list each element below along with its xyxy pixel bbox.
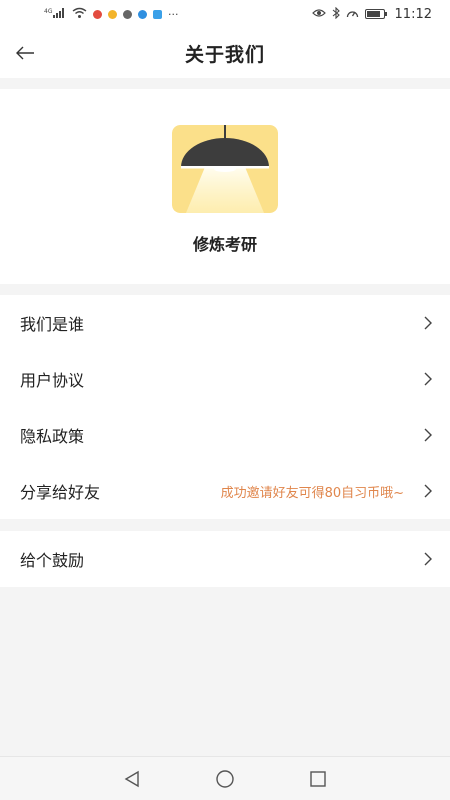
header: 关于我们	[0, 28, 450, 78]
back-button[interactable]	[8, 36, 42, 70]
status-bar: 4G ··· 11:12	[0, 0, 450, 28]
app-notification-icon	[138, 9, 147, 19]
recents-square-icon	[310, 770, 327, 787]
menu-item-privacy-policy[interactable]: 隐私政策	[0, 407, 450, 463]
nav-recents-button[interactable]	[303, 764, 333, 794]
menu-group-encourage: 给个鼓励	[0, 531, 450, 587]
wifi-icon	[72, 7, 87, 21]
nav-back-button[interactable]	[117, 764, 147, 794]
back-triangle-icon	[124, 770, 139, 787]
menu-item-label: 分享给好友	[20, 483, 101, 502]
chevron-right-icon	[424, 428, 432, 442]
system-nav-bar	[0, 756, 450, 800]
share-reward-hint: 成功邀请好友可得80自习币哦~	[220, 485, 404, 501]
menu-item-label: 我们是谁	[20, 315, 85, 334]
signal-icon: 4G	[44, 7, 66, 21]
app-info-section: 修炼考研	[0, 89, 450, 284]
menu-item-label: 给个鼓励	[20, 551, 85, 570]
status-right: 11:12	[311, 6, 432, 22]
lamp-logo-icon	[172, 125, 278, 213]
more-icon: ···	[168, 7, 179, 21]
menu-item-share-to-friends[interactable]: 分享给好友 成功邀请好友可得80自习币哦~	[0, 463, 450, 519]
arrow-left-icon	[16, 46, 34, 60]
chevron-right-icon	[424, 316, 432, 330]
menu-item-label: 用户协议	[20, 371, 85, 390]
nav-home-button[interactable]	[210, 764, 240, 794]
battery-icon	[364, 9, 387, 19]
app-name: 修炼考研	[192, 235, 257, 254]
menu-item-who-we-are[interactable]: 我们是谁	[0, 295, 450, 351]
status-left: 4G ···	[44, 7, 179, 21]
app-notification-icon	[93, 9, 102, 19]
chevron-right-icon	[424, 484, 432, 498]
svg-text:4G: 4G	[44, 8, 53, 15]
menu-group-main: 我们是谁 用户协议 隐私政策 分享给好友 成功邀请好友可得80自习币哦~	[0, 295, 450, 519]
page-title: 关于我们	[184, 43, 265, 66]
eye-icon	[311, 8, 326, 20]
app-notification-icon	[108, 9, 117, 19]
app-logo	[172, 125, 278, 213]
menu-item-user-agreement[interactable]: 用户协议	[0, 351, 450, 407]
clock: 11:12	[394, 6, 432, 22]
chevron-right-icon	[424, 372, 432, 386]
menu-item-label: 隐私政策	[20, 427, 85, 446]
bluetooth-icon	[332, 6, 340, 21]
speedometer-icon	[346, 8, 359, 21]
home-circle-icon	[216, 769, 234, 788]
chat-notification-icon	[123, 9, 132, 19]
chevron-right-icon	[424, 552, 432, 566]
app-notification-icon	[153, 9, 162, 19]
menu-item-encourage[interactable]: 给个鼓励	[0, 531, 450, 587]
